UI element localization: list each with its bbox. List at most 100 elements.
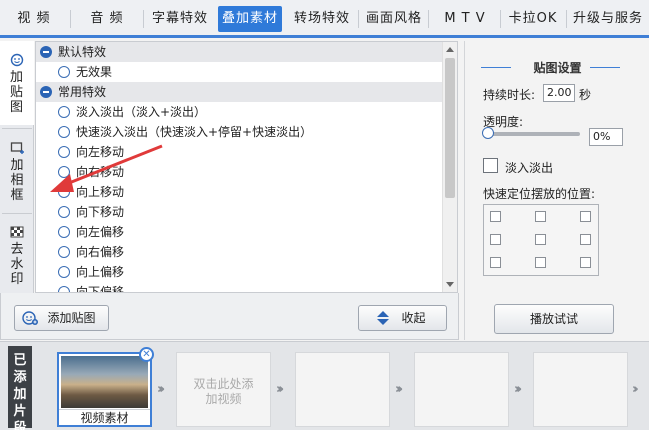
position-bottom-center[interactable] bbox=[535, 257, 546, 268]
empty-clip-slot[interactable] bbox=[414, 352, 509, 427]
tab-separator bbox=[358, 10, 359, 28]
sticker-settings-panel: 贴图设置 持续时长: 2.00 秒 透明度: 0% 淡入淡出 快速定位摆放的位置… bbox=[464, 41, 649, 340]
effect-label: 向下移动 bbox=[76, 205, 125, 219]
list-scrollbar[interactable] bbox=[442, 42, 457, 292]
fade-checkbox[interactable] bbox=[483, 158, 498, 173]
duration-unit: 秒 bbox=[579, 88, 592, 102]
opacity-slider-handle[interactable] bbox=[482, 127, 494, 139]
add-video-slot[interactable]: 双击此处添加视频 bbox=[176, 352, 271, 427]
tab-separator bbox=[143, 10, 144, 28]
chevron-right-icon: ››› bbox=[395, 382, 403, 397]
effect-label: 向上偏移 bbox=[76, 265, 125, 279]
effect-item[interactable]: 向下偏移 bbox=[36, 282, 443, 293]
top-tab-bar: 视 频 音 频 字幕特效 叠加素材 转场特效 画面风格 M T V 卡拉OK 升… bbox=[0, 0, 649, 38]
effect-label: 向右移动 bbox=[76, 165, 125, 179]
tab-audio[interactable]: 音 频 bbox=[80, 6, 134, 32]
effect-item-none[interactable]: 无效果 bbox=[36, 62, 443, 82]
add-video-text: 双击此处添加视频 bbox=[193, 377, 254, 406]
tab-video[interactable]: 视 频 bbox=[8, 6, 60, 32]
add-sticker-button[interactable]: 添加贴图 bbox=[14, 305, 109, 331]
effect-label: 向左偏移 bbox=[76, 225, 125, 239]
remove-clip-close-icon[interactable]: ✕ bbox=[139, 347, 154, 362]
group-default-effects[interactable]: 默认特效 bbox=[36, 42, 443, 62]
effect-item[interactable]: 向左偏移 bbox=[36, 222, 443, 242]
empty-clip-slot[interactable] bbox=[295, 352, 390, 427]
tab-transition-effects[interactable]: 转场特效 bbox=[290, 6, 354, 32]
effect-label: 向右偏移 bbox=[76, 245, 125, 259]
effect-item[interactable]: 向右移动 bbox=[36, 162, 443, 182]
position-middle-left[interactable] bbox=[490, 234, 501, 245]
radio-icon[interactable] bbox=[58, 286, 70, 292]
position-middle-right[interactable] bbox=[580, 234, 591, 245]
effect-item[interactable]: 淡入淡出（淡入+淡出） bbox=[36, 102, 443, 122]
tab-separator bbox=[428, 10, 429, 28]
clip-video-material[interactable]: 视频素材 bbox=[57, 352, 152, 427]
effect-label: 向上移动 bbox=[76, 185, 125, 199]
scroll-thumb[interactable] bbox=[445, 58, 455, 198]
radio-icon[interactable] bbox=[58, 186, 70, 198]
radio-icon[interactable] bbox=[58, 166, 70, 178]
clip-thumbnail bbox=[61, 356, 148, 408]
effect-item[interactable]: 快速淡入淡出（快速淡入+停留+快速淡出） bbox=[36, 122, 443, 142]
collapse-icon[interactable] bbox=[40, 86, 52, 98]
tab-upgrade-service[interactable]: 升级与服务 bbox=[570, 6, 646, 32]
chevron-right-icon: ›› bbox=[632, 382, 638, 397]
group-common-effects[interactable]: 常用特效 bbox=[36, 82, 443, 102]
collapse-icon[interactable] bbox=[40, 46, 52, 58]
side-tab-add-frame[interactable]: 加相框 bbox=[0, 133, 34, 213]
position-top-center[interactable] bbox=[535, 211, 546, 222]
added-clips-strip: 已添加片段 视频素材 ››› 双击此处添加视频 ››› ››› ››› ›› bbox=[0, 341, 649, 430]
add-sticker-label: 添加贴图 bbox=[47, 311, 96, 325]
position-bottom-right[interactable] bbox=[580, 257, 591, 268]
opacity-slider[interactable] bbox=[485, 132, 580, 136]
duration-input[interactable]: 2.00 bbox=[543, 84, 575, 102]
tab-picture-style[interactable]: 画面风格 bbox=[362, 6, 426, 32]
effect-label: 向下偏移 bbox=[76, 285, 125, 293]
radio-icon[interactable] bbox=[58, 266, 70, 278]
fade-label: 淡入淡出 bbox=[505, 161, 554, 175]
tab-mtv[interactable]: M T V bbox=[433, 6, 497, 32]
tab-karaoke[interactable]: 卡拉OK bbox=[504, 6, 562, 32]
effect-label: 淡入淡出（淡入+淡出） bbox=[76, 105, 207, 119]
radio-icon[interactable] bbox=[58, 106, 70, 118]
mosaic-icon bbox=[10, 226, 24, 238]
scroll-up-icon[interactable] bbox=[446, 47, 454, 52]
chevron-right-icon: ››› bbox=[276, 382, 284, 397]
position-grid bbox=[483, 204, 599, 276]
position-top-left[interactable] bbox=[490, 211, 501, 222]
collapse-button[interactable]: 收起 bbox=[358, 305, 447, 331]
duration-label: 持续时长: bbox=[483, 88, 536, 102]
radio-icon[interactable] bbox=[58, 126, 70, 138]
group-label: 常用特效 bbox=[58, 85, 107, 99]
added-clips-label: 已添加片段 bbox=[8, 346, 32, 430]
effect-item[interactable]: 向右偏移 bbox=[36, 242, 443, 262]
tab-overlay-material[interactable]: 叠加素材 bbox=[218, 6, 282, 32]
radio-icon[interactable] bbox=[58, 146, 70, 158]
opacity-input[interactable]: 0% bbox=[589, 128, 623, 146]
list-action-bar: 添加贴图 收起 bbox=[0, 293, 459, 340]
effect-item[interactable]: 向左移动 bbox=[36, 142, 443, 162]
radio-icon[interactable] bbox=[58, 66, 70, 78]
tab-subtitle-effects[interactable]: 字幕特效 bbox=[148, 6, 212, 32]
side-tab-add-sticker[interactable]: 加贴图 bbox=[0, 41, 34, 125]
effect-item[interactable]: 向上移动 bbox=[36, 182, 443, 202]
empty-clip-slot[interactable] bbox=[533, 352, 628, 427]
radio-icon[interactable] bbox=[58, 246, 70, 258]
position-top-right[interactable] bbox=[580, 211, 591, 222]
collapse-label: 收起 bbox=[401, 311, 426, 325]
effect-item[interactable]: 向上偏移 bbox=[36, 262, 443, 282]
play-preview-button[interactable]: 播放试试 bbox=[494, 304, 614, 334]
side-tab-remove-watermark[interactable]: 去水印 bbox=[0, 219, 34, 293]
side-tab-label: 去水印 bbox=[10, 242, 24, 287]
scroll-down-icon[interactable] bbox=[446, 282, 454, 287]
tab-separator bbox=[566, 10, 567, 28]
effect-label: 快速淡入淡出（快速淡入+停留+快速淡出） bbox=[76, 125, 313, 139]
radio-icon[interactable] bbox=[58, 206, 70, 218]
effect-label: 向左移动 bbox=[76, 145, 125, 159]
radio-icon[interactable] bbox=[58, 226, 70, 238]
effect-item[interactable]: 向下移动 bbox=[36, 202, 443, 222]
panel-title: 贴图设置 bbox=[465, 59, 649, 76]
group-label: 默认特效 bbox=[58, 45, 107, 59]
position-bottom-left[interactable] bbox=[490, 257, 501, 268]
position-center[interactable] bbox=[535, 234, 546, 245]
